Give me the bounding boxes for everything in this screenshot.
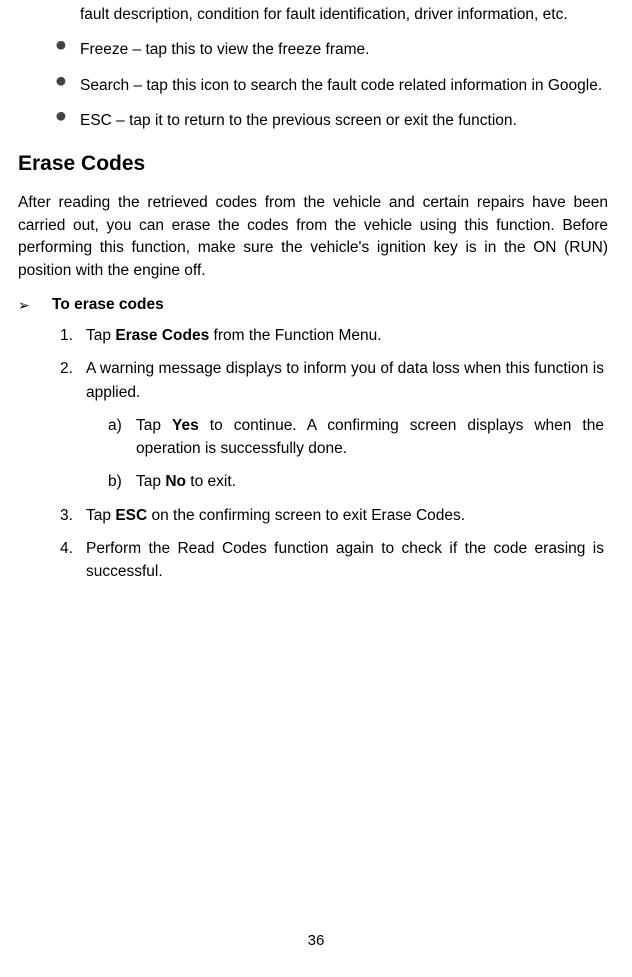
step-3: 3. Tap ESC on the confirming screen to e… <box>60 504 604 527</box>
substep-text: Tap Yes to continue. A confirming screen… <box>136 417 604 457</box>
step-2: 2. A warning message displays to inform … <box>60 357 604 493</box>
step-1: 1. Tap Erase Codes from the Function Men… <box>60 324 604 347</box>
step-text: Tap Erase Codes from the Function Menu. <box>86 327 382 344</box>
substep-a: a) Tap Yes to continue. A confirming scr… <box>108 414 604 461</box>
step-text: A warning message displays to inform you… <box>86 360 604 400</box>
substep-text: Tap No to exit. <box>136 473 236 490</box>
erase-codes-heading: Erase Codes <box>18 152 604 176</box>
substep-letter: a) <box>108 414 122 437</box>
step-4: 4. Perform the Read Codes function again… <box>60 537 604 584</box>
feature-bullet-list: Freeze – tap this to view the freeze fra… <box>60 38 604 132</box>
procedure-title: To erase codes <box>52 296 164 313</box>
step-number: 4. <box>60 537 73 560</box>
step-number: 1. <box>60 324 73 347</box>
substep-b: b) Tap No to exit. <box>108 470 604 493</box>
procedure-section: ➢ To erase codes <box>34 296 604 314</box>
arrow-icon: ➢ <box>18 297 30 314</box>
bullet-freeze: Freeze – tap this to view the freeze fra… <box>60 38 604 61</box>
step-number: 3. <box>60 504 73 527</box>
step-text: Perform the Read Codes function again to… <box>86 540 604 580</box>
page-number: 36 <box>0 932 632 949</box>
intro-paragraph: After reading the retrieved codes from t… <box>18 192 608 282</box>
substeps: a) Tap Yes to continue. A confirming scr… <box>108 414 604 494</box>
procedure-steps: 1. Tap Erase Codes from the Function Men… <box>60 324 604 583</box>
bullet-search: Search – tap this icon to search the fau… <box>60 74 604 97</box>
continuation-text: fault description, condition for fault i… <box>80 4 604 26</box>
step-text: Tap ESC on the confirming screen to exit… <box>86 507 465 524</box>
bullet-esc: ESC – tap it to return to the previous s… <box>60 109 604 132</box>
step-number: 2. <box>60 357 73 380</box>
substep-letter: b) <box>108 470 122 493</box>
